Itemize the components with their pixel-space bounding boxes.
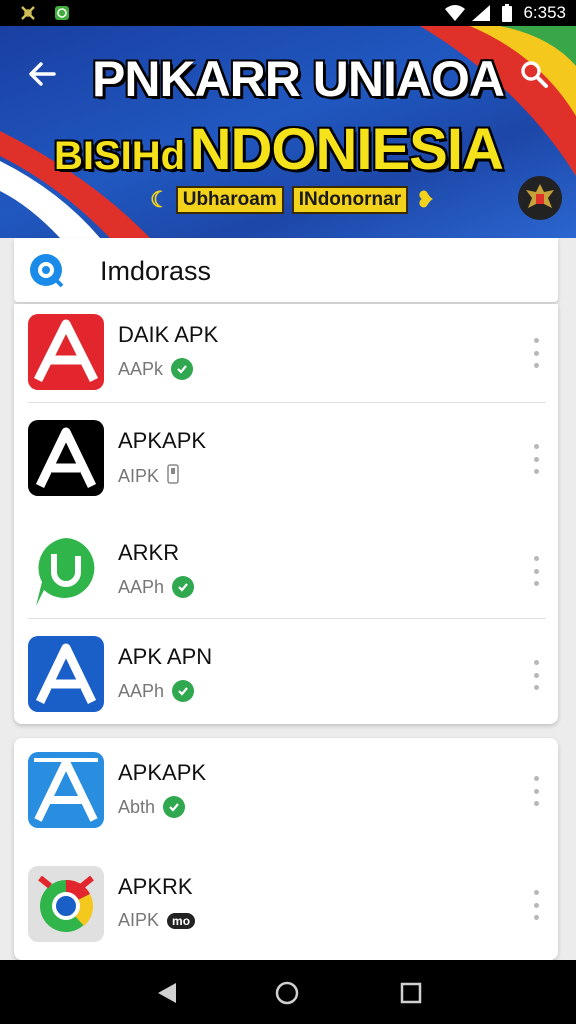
app-logo-icon <box>28 532 104 608</box>
phone-icon <box>167 464 179 489</box>
heart-icon: ❥ <box>416 187 435 212</box>
status-bar: 6:353 <box>0 0 576 26</box>
nav-recents-button[interactable] <box>396 978 426 1008</box>
app-logo-icon <box>28 420 104 496</box>
app-subtitle: AAPh <box>118 576 165 597</box>
banner-tag-2: INdonornar <box>291 186 409 214</box>
banner-tags: ☾ Ubharoam INdonornar ❥ <box>150 186 435 214</box>
banner-subtitle: BISIHd NDONIESIA <box>54 116 504 183</box>
triangle-back-icon <box>158 983 176 1003</box>
status-time: 6:353 <box>523 3 566 22</box>
app-logo-icon <box>28 636 104 712</box>
list-item[interactable]: DAIK APK AAPk <box>14 304 558 412</box>
app-name: APKAPK <box>118 760 207 785</box>
notification-icon <box>18 3 38 23</box>
search-bar[interactable]: Imdorass <box>14 238 558 302</box>
divider <box>28 402 546 403</box>
banner-subtitle-large: NDONIESIA <box>189 117 504 182</box>
search-logo-icon <box>28 252 66 295</box>
nav-home-button[interactable] <box>272 978 302 1008</box>
app-subtitle: Abth <box>118 796 156 817</box>
back-button[interactable] <box>22 54 62 94</box>
search-icon <box>521 61 548 88</box>
list-item[interactable]: APK APN AAPh <box>14 626 558 724</box>
circle-home-icon <box>275 981 299 1005</box>
app-list-card: DAIK APK AAPk APKAPK AIPK ARKR AAPh APK … <box>14 304 558 724</box>
verified-check-icon <box>172 576 195 598</box>
header-banner: PNKARR UNIAOA BISIHd NDONIESIA ☾ Ubharoa… <box>0 26 576 238</box>
app-badge: mo <box>167 912 196 929</box>
android-icon <box>52 3 72 23</box>
app-meta: AIPK <box>118 464 179 489</box>
app-subtitle: AAPh <box>118 680 165 701</box>
app-meta: AAPh <box>118 680 195 702</box>
app-subtitle: AIPK <box>118 910 160 930</box>
app-name: APKAPK <box>118 428 207 453</box>
nav-back-button[interactable] <box>152 978 182 1008</box>
more-options-button[interactable] <box>528 660 544 690</box>
list-item[interactable]: APKAPK Abth <box>14 742 558 850</box>
app-meta: AAPh <box>118 576 195 598</box>
verified-check-icon <box>163 796 186 818</box>
banner-title: PNKARR UNIAOA <box>92 51 505 107</box>
app-list-card: APKAPK Abth APKRK AIPK mo <box>14 738 558 960</box>
app-subtitle: AAPk <box>118 358 164 379</box>
navigation-bar <box>0 960 576 1024</box>
battery-icon <box>497 3 517 23</box>
more-options-button[interactable] <box>528 890 544 920</box>
app-logo-icon <box>28 866 104 942</box>
verified-check-icon <box>172 680 195 702</box>
list-item[interactable]: APKAPK AIPK <box>14 410 558 518</box>
garuda-emblem-icon <box>518 176 562 220</box>
square-recents-icon <box>400 982 422 1004</box>
search-query: Imdorass <box>100 256 212 286</box>
app-name: DAIK APK <box>118 322 219 347</box>
banner-tag-1: Ubharoam <box>175 186 284 214</box>
arrow-left-icon <box>29 62 56 86</box>
app-name: APK APN <box>118 644 213 669</box>
wifi-icon <box>445 3 466 23</box>
divider <box>28 618 546 619</box>
app-meta: AAPk <box>118 358 194 380</box>
banner-subtitle-small: BISIHd <box>54 134 186 178</box>
more-options-button[interactable] <box>528 338 544 368</box>
app-meta: Abth <box>118 796 186 818</box>
more-options-button[interactable] <box>528 444 544 474</box>
crescent-icon: ☾ <box>150 187 170 212</box>
more-options-button[interactable] <box>528 556 544 586</box>
app-logo-icon <box>28 314 104 390</box>
verified-check-icon <box>171 358 194 380</box>
app-logo-icon <box>28 752 104 828</box>
more-options-button[interactable] <box>528 776 544 806</box>
app-name: ARKR <box>118 540 180 565</box>
app-subtitle: AIPK <box>118 466 160 486</box>
signal-icon <box>471 3 491 23</box>
app-name: APKRK <box>118 874 193 899</box>
app-meta: AIPK mo <box>118 910 196 931</box>
list-item[interactable]: ARKR AAPh <box>14 522 558 630</box>
list-item[interactable]: APKRK AIPK mo <box>14 856 558 960</box>
search-button[interactable] <box>514 54 554 94</box>
